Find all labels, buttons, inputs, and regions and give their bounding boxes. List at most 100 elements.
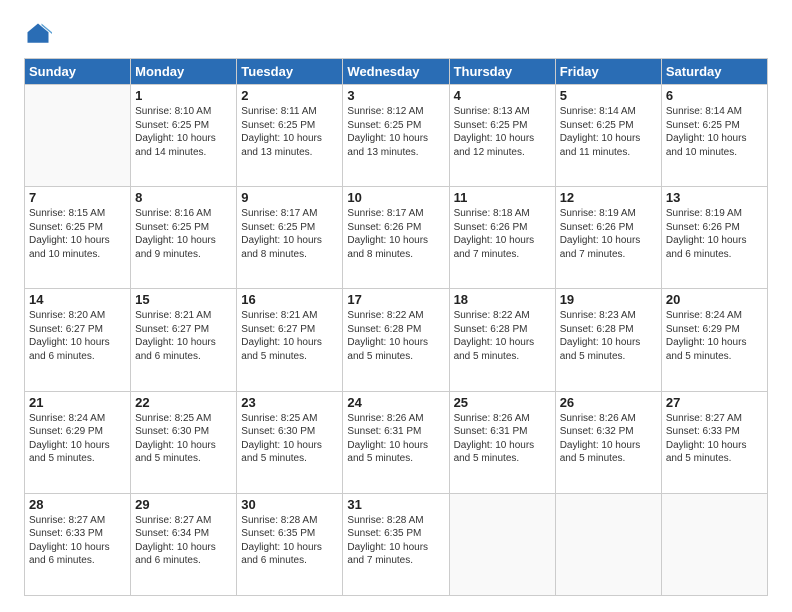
- day-number: 12: [560, 190, 657, 205]
- cell-content: Sunrise: 8:11 AM Sunset: 6:25 PM Dayligh…: [241, 105, 338, 159]
- calendar-cell: 27 Sunrise: 8:27 AM Sunset: 6:33 PM Dayli…: [661, 391, 767, 493]
- cell-content: Sunrise: 8:21 AM Sunset: 6:27 PM Dayligh…: [241, 309, 338, 363]
- header: [24, 20, 768, 48]
- cell-content: Sunrise: 8:17 AM Sunset: 6:25 PM Dayligh…: [241, 207, 338, 261]
- day-number: 11: [454, 190, 551, 205]
- calendar-cell: [25, 85, 131, 187]
- day-number: 5: [560, 88, 657, 103]
- calendar-cell: 2 Sunrise: 8:11 AM Sunset: 6:25 PM Daylig…: [237, 85, 343, 187]
- calendar-cell: 11 Sunrise: 8:18 AM Sunset: 6:26 PM Dayli…: [449, 187, 555, 289]
- day-number: 13: [666, 190, 763, 205]
- day-number: 15: [135, 292, 232, 307]
- calendar-table: SundayMondayTuesdayWednesdayThursdayFrid…: [24, 58, 768, 596]
- calendar-cell: 4 Sunrise: 8:13 AM Sunset: 6:25 PM Daylig…: [449, 85, 555, 187]
- weekday-header-monday: Monday: [131, 59, 237, 85]
- calendar-week-row-4: 28Sunrise: 8:27 AM Sunset: 6:33 PM Dayli…: [25, 493, 768, 595]
- calendar-cell: 7 Sunrise: 8:15 AM Sunset: 6:25 PM Daylig…: [25, 187, 131, 289]
- day-number: 7: [29, 190, 126, 205]
- cell-content: Sunrise: 8:17 AM Sunset: 6:26 PM Dayligh…: [347, 207, 444, 261]
- day-number: 26: [560, 395, 657, 410]
- cell-content: Sunrise: 8:26 AM Sunset: 6:31 PM Dayligh…: [347, 412, 444, 466]
- calendar-cell: 22 Sunrise: 8:25 AM Sunset: 6:30 PM Dayli…: [131, 391, 237, 493]
- calendar-cell: 28Sunrise: 8:27 AM Sunset: 6:33 PM Dayli…: [25, 493, 131, 595]
- day-number: 2: [241, 88, 338, 103]
- cell-content: Sunrise: 8:21 AM Sunset: 6:27 PM Dayligh…: [135, 309, 232, 363]
- cell-content: Sunrise: 8:26 AM Sunset: 6:32 PM Dayligh…: [560, 412, 657, 466]
- calendar-cell: 3 Sunrise: 8:12 AM Sunset: 6:25 PM Daylig…: [343, 85, 449, 187]
- day-number: 18: [454, 292, 551, 307]
- cell-content: Sunrise: 8:22 AM Sunset: 6:28 PM Dayligh…: [454, 309, 551, 363]
- day-number: 21: [29, 395, 126, 410]
- day-number: 31: [347, 497, 444, 512]
- day-number: 16: [241, 292, 338, 307]
- cell-content: Sunrise: 8:15 AM Sunset: 6:25 PM Dayligh…: [29, 207, 126, 261]
- cell-content: Sunrise: 8:25 AM Sunset: 6:30 PM Dayligh…: [135, 412, 232, 466]
- cell-content: Sunrise: 8:28 AM Sunset: 6:35 PM Dayligh…: [347, 514, 444, 568]
- cell-content: Sunrise: 8:16 AM Sunset: 6:25 PM Dayligh…: [135, 207, 232, 261]
- weekday-header-tuesday: Tuesday: [237, 59, 343, 85]
- calendar-cell: 18 Sunrise: 8:22 AM Sunset: 6:28 PM Dayli…: [449, 289, 555, 391]
- calendar-cell: [661, 493, 767, 595]
- calendar-cell: 29 Sunrise: 8:27 AM Sunset: 6:34 PM Dayli…: [131, 493, 237, 595]
- calendar-cell: 13 Sunrise: 8:19 AM Sunset: 6:26 PM Dayli…: [661, 187, 767, 289]
- cell-content: Sunrise: 8:27 AM Sunset: 6:34 PM Dayligh…: [135, 514, 232, 568]
- cell-content: Sunrise: 8:27 AM Sunset: 6:33 PM Dayligh…: [666, 412, 763, 466]
- calendar-cell: [555, 493, 661, 595]
- day-number: 17: [347, 292, 444, 307]
- day-number: 14: [29, 292, 126, 307]
- day-number: 25: [454, 395, 551, 410]
- cell-content: Sunrise: 8:22 AM Sunset: 6:28 PM Dayligh…: [347, 309, 444, 363]
- calendar-cell: 5Sunrise: 8:14 AM Sunset: 6:25 PM Daylig…: [555, 85, 661, 187]
- cell-content: Sunrise: 8:10 AM Sunset: 6:25 PM Dayligh…: [135, 105, 232, 159]
- calendar-cell: 26 Sunrise: 8:26 AM Sunset: 6:32 PM Dayli…: [555, 391, 661, 493]
- weekday-header-row: SundayMondayTuesdayWednesdayThursdayFrid…: [25, 59, 768, 85]
- cell-content: Sunrise: 8:13 AM Sunset: 6:25 PM Dayligh…: [454, 105, 551, 159]
- day-number: 29: [135, 497, 232, 512]
- calendar-cell: 6 Sunrise: 8:14 AM Sunset: 6:25 PM Daylig…: [661, 85, 767, 187]
- cell-content: Sunrise: 8:12 AM Sunset: 6:25 PM Dayligh…: [347, 105, 444, 159]
- cell-content: Sunrise: 8:19 AM Sunset: 6:26 PM Dayligh…: [666, 207, 763, 261]
- calendar-week-row-2: 14 Sunrise: 8:20 AM Sunset: 6:27 PM Dayli…: [25, 289, 768, 391]
- day-number: 10: [347, 190, 444, 205]
- cell-content: Sunrise: 8:18 AM Sunset: 6:26 PM Dayligh…: [454, 207, 551, 261]
- page: SundayMondayTuesdayWednesdayThursdayFrid…: [0, 0, 792, 612]
- day-number: 28: [29, 497, 126, 512]
- cell-content: Sunrise: 8:14 AM Sunset: 6:25 PM Dayligh…: [666, 105, 763, 159]
- day-number: 20: [666, 292, 763, 307]
- day-number: 4: [454, 88, 551, 103]
- cell-content: Sunrise: 8:19 AM Sunset: 6:26 PM Dayligh…: [560, 207, 657, 261]
- weekday-header-thursday: Thursday: [449, 59, 555, 85]
- cell-content: Sunrise: 8:24 AM Sunset: 6:29 PM Dayligh…: [29, 412, 126, 466]
- weekday-header-friday: Friday: [555, 59, 661, 85]
- calendar-week-row-3: 21 Sunrise: 8:24 AM Sunset: 6:29 PM Dayli…: [25, 391, 768, 493]
- cell-content: Sunrise: 8:20 AM Sunset: 6:27 PM Dayligh…: [29, 309, 126, 363]
- day-number: 3: [347, 88, 444, 103]
- weekday-header-wednesday: Wednesday: [343, 59, 449, 85]
- calendar-cell: [449, 493, 555, 595]
- calendar-week-row-0: 1 Sunrise: 8:10 AM Sunset: 6:25 PM Daylig…: [25, 85, 768, 187]
- day-number: 1: [135, 88, 232, 103]
- calendar-cell: 23Sunrise: 8:25 AM Sunset: 6:30 PM Dayli…: [237, 391, 343, 493]
- logo: [24, 20, 56, 48]
- calendar-cell: 30 Sunrise: 8:28 AM Sunset: 6:35 PM Dayli…: [237, 493, 343, 595]
- calendar-cell: 24 Sunrise: 8:26 AM Sunset: 6:31 PM Dayli…: [343, 391, 449, 493]
- calendar-cell: 16 Sunrise: 8:21 AM Sunset: 6:27 PM Dayli…: [237, 289, 343, 391]
- day-number: 9: [241, 190, 338, 205]
- day-number: 19: [560, 292, 657, 307]
- day-number: 22: [135, 395, 232, 410]
- cell-content: Sunrise: 8:26 AM Sunset: 6:31 PM Dayligh…: [454, 412, 551, 466]
- logo-icon: [24, 20, 52, 48]
- day-number: 30: [241, 497, 338, 512]
- day-number: 24: [347, 395, 444, 410]
- calendar-cell: 12 Sunrise: 8:19 AM Sunset: 6:26 PM Dayli…: [555, 187, 661, 289]
- calendar-cell: 19Sunrise: 8:23 AM Sunset: 6:28 PM Dayli…: [555, 289, 661, 391]
- cell-content: Sunrise: 8:28 AM Sunset: 6:35 PM Dayligh…: [241, 514, 338, 568]
- calendar-cell: 25 Sunrise: 8:26 AM Sunset: 6:31 PM Dayli…: [449, 391, 555, 493]
- day-number: 6: [666, 88, 763, 103]
- day-number: 23: [241, 395, 338, 410]
- calendar-cell: 10 Sunrise: 8:17 AM Sunset: 6:26 PM Dayli…: [343, 187, 449, 289]
- calendar-cell: 21 Sunrise: 8:24 AM Sunset: 6:29 PM Dayli…: [25, 391, 131, 493]
- day-number: 27: [666, 395, 763, 410]
- calendar-cell: 15 Sunrise: 8:21 AM Sunset: 6:27 PM Dayli…: [131, 289, 237, 391]
- calendar-cell: 8Sunrise: 8:16 AM Sunset: 6:25 PM Daylig…: [131, 187, 237, 289]
